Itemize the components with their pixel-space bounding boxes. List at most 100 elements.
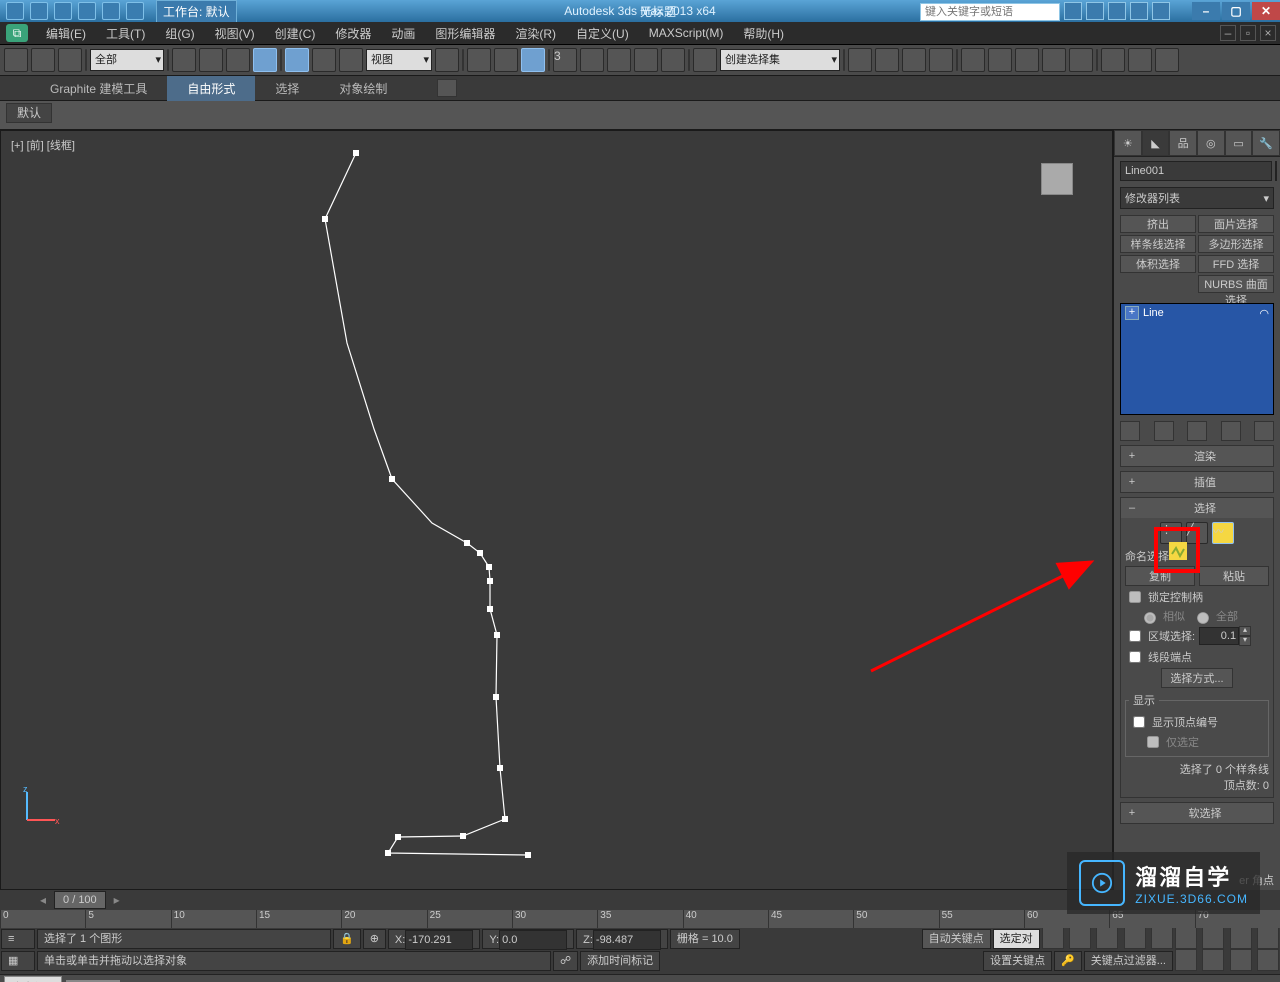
menu-tools[interactable]: 工具(T) — [96, 23, 155, 44]
viewport-label[interactable]: [+] [前] [线框] — [11, 137, 75, 153]
app-menu-button[interactable]: ⧉ — [6, 24, 28, 42]
copy-button[interactable]: 复制 — [1125, 566, 1195, 586]
tab-modify-icon[interactable]: ◣ — [1142, 130, 1170, 156]
menu-render[interactable]: 渲染(R) — [505, 23, 566, 44]
listener-icon[interactable]: ▦ — [1, 951, 35, 971]
fov-icon[interactable] — [1257, 927, 1279, 949]
teapot3-icon[interactable] — [1155, 48, 1179, 72]
qat-new-icon[interactable] — [6, 2, 24, 20]
pivot-icon[interactable] — [435, 48, 459, 72]
move-icon[interactable] — [285, 48, 309, 72]
select-region-icon[interactable] — [226, 48, 250, 72]
tab-hierarchy-icon[interactable]: 品 — [1169, 130, 1197, 156]
select-icon[interactable] — [172, 48, 196, 72]
qat-save-icon[interactable] — [54, 2, 72, 20]
menu-animation[interactable]: 动画 — [381, 23, 425, 44]
mdi-close[interactable]: × — [1260, 25, 1276, 41]
lock-selection-icon[interactable]: 🔒 — [333, 929, 361, 949]
rotate-icon[interactable] — [312, 48, 336, 72]
key-icon[interactable]: 🔑 — [1054, 951, 1082, 971]
mod-ffdsel[interactable]: FFD 选择 — [1198, 255, 1274, 273]
align-icon[interactable] — [875, 48, 899, 72]
unique-icon[interactable] — [1187, 421, 1207, 441]
goto-end-icon[interactable] — [1151, 927, 1173, 949]
time-prev-icon[interactable]: ◂ — [40, 893, 46, 907]
render-icon[interactable] — [1069, 48, 1093, 72]
viewport-canvas[interactable] — [1, 131, 1112, 889]
render-setup-icon[interactable] — [1015, 48, 1039, 72]
paste-button[interactable]: 粘贴 — [1199, 566, 1269, 586]
ribbon-tab-freeform[interactable]: 自由形式 — [167, 76, 255, 101]
curve-editor-icon[interactable] — [929, 48, 953, 72]
snap3-icon[interactable]: 3 — [553, 48, 577, 72]
tab-display-icon[interactable]: ▭ — [1225, 130, 1253, 156]
keyfilter-button[interactable]: 关键点过滤器... — [1084, 951, 1173, 971]
coord-x-field[interactable] — [405, 930, 473, 950]
subobj-segment-icon[interactable]: ╱ — [1186, 522, 1208, 544]
render-frame-icon[interactable] — [1042, 48, 1066, 72]
tab-motion-icon[interactable]: ◎ — [1197, 130, 1225, 156]
pin-stack-icon[interactable] — [1120, 421, 1140, 441]
qat-redo-icon[interactable] — [102, 2, 120, 20]
named-sel-set-icon[interactable] — [693, 48, 717, 72]
menu-modifiers[interactable]: 修改器 — [325, 23, 381, 44]
rollout-select-header[interactable]: –选择 — [1121, 498, 1273, 518]
time-slider-handle[interactable]: 0 / 100 — [54, 891, 106, 909]
menu-group[interactable]: 组(G) — [155, 23, 204, 44]
teapot1-icon[interactable] — [1101, 48, 1125, 72]
favorite-icon[interactable] — [1130, 2, 1148, 20]
qat-link-icon[interactable] — [126, 2, 144, 20]
tab-create-icon[interactable]: ☀ — [1114, 130, 1142, 156]
mod-facesel[interactable]: 面片选择 — [1198, 215, 1274, 233]
goto-start-icon[interactable] — [1042, 927, 1064, 949]
maximize-button[interactable]: ▢ — [1222, 2, 1250, 20]
menu-view[interactable]: 视图(V) — [205, 23, 265, 44]
stack-item-line[interactable]: +Line ◠ — [1121, 304, 1273, 322]
play-icon[interactable] — [1096, 927, 1118, 949]
mirror-icon[interactable] — [848, 48, 872, 72]
redo-icon[interactable] — [31, 48, 55, 72]
subobj-spline-icon[interactable]: 〰 — [1212, 522, 1234, 544]
coord-display-mode-icon[interactable]: ⊕ — [363, 929, 386, 949]
schematic-icon[interactable] — [961, 48, 985, 72]
modifier-stack[interactable]: +Line ◠ — [1120, 303, 1274, 415]
minimize-button[interactable]: – — [1192, 2, 1220, 20]
track-bar[interactable]: 0 5 10 15 20 25 30 35 40 45 50 55 60 65 … — [0, 910, 1280, 928]
time-next-icon[interactable]: ▸ — [114, 893, 120, 907]
layers-icon[interactable] — [902, 48, 926, 72]
prev-frame-icon[interactable] — [1069, 927, 1091, 949]
exchange-icon[interactable] — [1108, 2, 1126, 20]
dolly-icon[interactable] — [1202, 949, 1224, 971]
material-editor-icon[interactable] — [988, 48, 1012, 72]
subobj-vertex-icon[interactable]: ⋮ — [1160, 522, 1182, 544]
undo-icon[interactable] — [4, 48, 28, 72]
mdi-restore[interactable]: ▫ — [1240, 25, 1256, 41]
coord-y-field[interactable] — [499, 930, 567, 950]
viewcube[interactable] — [1032, 155, 1082, 205]
remove-icon[interactable] — [1221, 421, 1241, 441]
manipulate-icon[interactable] — [467, 48, 491, 72]
timetag-icon[interactable]: ☍ — [553, 951, 578, 971]
autokey-button[interactable]: 自动关键点 — [922, 929, 991, 949]
ribbon-tab-graphite[interactable]: Graphite 建模工具 — [30, 76, 167, 101]
modifier-list[interactable]: 修改器列表▾ — [1120, 187, 1274, 209]
close-button[interactable]: ✕ — [1252, 2, 1280, 20]
menu-edit[interactable]: 编辑(E) — [36, 23, 96, 44]
seg-end-check[interactable] — [1129, 651, 1141, 663]
tab-welcome[interactable]: 欢迎使用 — [4, 976, 62, 982]
snap-toggle-icon[interactable] — [521, 48, 545, 72]
spinner-snap-icon[interactable] — [634, 48, 658, 72]
snap5-icon[interactable] — [661, 48, 685, 72]
coord-z-field[interactable] — [593, 930, 661, 950]
time-slider[interactable]: ◂ 0 / 100 ▸ — [0, 890, 1280, 910]
mod-polysel[interactable]: 多边形选择 — [1198, 235, 1274, 253]
ribbon-drop-icon[interactable] — [437, 79, 457, 97]
next-frame-icon[interactable] — [1124, 927, 1146, 949]
menu-maxscript[interactable]: MAXScript(M) — [639, 24, 734, 42]
keyboard-shortcut-icon[interactable] — [494, 48, 518, 72]
rollout-render-header[interactable]: +渲染 — [1121, 446, 1273, 466]
object-name-field[interactable] — [1120, 161, 1272, 181]
viewport[interactable]: [+] [前] [线框] — [0, 130, 1113, 890]
sub-icon[interactable] — [1086, 2, 1104, 20]
tab-utilities-icon[interactable]: 🔧 — [1252, 130, 1280, 156]
